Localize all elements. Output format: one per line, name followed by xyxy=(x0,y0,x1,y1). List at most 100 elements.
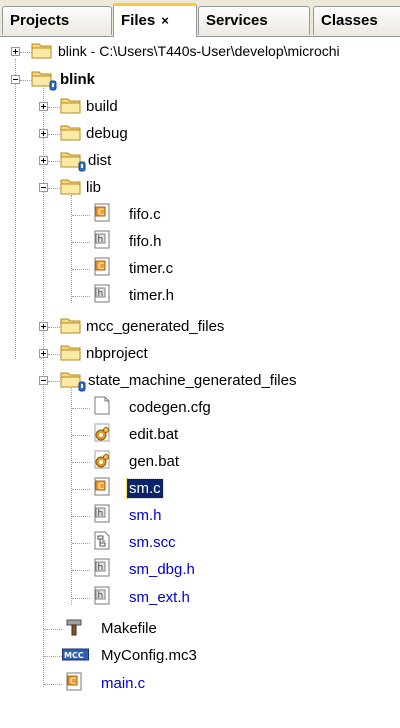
tree-item-label: debug xyxy=(86,125,128,142)
tree-item-label: sm_ext.h xyxy=(129,589,190,606)
expand-toggle[interactable] xyxy=(11,47,20,56)
tree-row-file[interactable]: MCC MyConfig.mc3 xyxy=(0,642,400,669)
tab-services-label: Services xyxy=(206,12,268,29)
header-file-icon: h xyxy=(92,558,112,581)
gear-script-icon xyxy=(92,423,112,446)
tree-item-label: nbproject xyxy=(86,345,148,362)
tree-row-folder[interactable]: nbproject xyxy=(0,340,400,367)
expand-toggle[interactable] xyxy=(39,322,48,331)
tab-projects-label: Projects xyxy=(10,12,70,29)
tab-projects[interactable]: Projects xyxy=(2,6,112,35)
folder-icon xyxy=(60,122,82,145)
tree-row-file[interactable]: h sm.h xyxy=(0,502,400,529)
tree-row-file[interactable]: sm.scc xyxy=(0,529,400,556)
tree-item-label: sm.h xyxy=(129,507,162,524)
tree-item-label: state_machine_generated_files xyxy=(88,372,297,389)
tree-item-label: blink xyxy=(60,71,96,88)
tree-row-file[interactable]: gen.bat xyxy=(0,448,400,475)
c-source-icon: C xyxy=(92,477,112,500)
folder-icon xyxy=(31,40,53,63)
tab-bar: Projects Files × Services Classes xyxy=(0,0,400,37)
tree-row-folder[interactable]: lib xyxy=(0,174,400,201)
folder-icon xyxy=(60,369,88,396)
svg-text:h: h xyxy=(98,509,104,519)
tree-item-label: sm.scc xyxy=(129,534,176,551)
expand-toggle[interactable] xyxy=(39,102,48,111)
tree-row-file[interactable]: Makefile xyxy=(0,615,400,642)
folder-icon xyxy=(60,95,82,118)
state-chart-icon xyxy=(92,531,112,554)
close-tab-icon[interactable]: × xyxy=(161,13,169,28)
svg-text:h: h xyxy=(98,289,104,299)
tree-row-folder[interactable]: dist xyxy=(0,147,400,174)
header-file-icon: h xyxy=(92,586,112,609)
c-source-icon: C xyxy=(92,257,112,280)
collapse-toggle[interactable] xyxy=(11,75,20,84)
tab-classes-label: Classes xyxy=(321,12,378,29)
c-source-icon: C xyxy=(64,672,84,695)
text-file-icon xyxy=(92,396,112,419)
tree-row-other-project[interactable]: blink - C:\Users\T440s-User\develop\micr… xyxy=(0,38,400,65)
tab-files[interactable]: Files × xyxy=(113,3,197,37)
tree-item-label: timer.h xyxy=(129,287,175,304)
header-file-icon: h xyxy=(92,230,112,253)
tree-row-file[interactable]: h fifo.h xyxy=(0,228,400,255)
tree-item-label: codegen.cfg xyxy=(129,399,211,416)
svg-text:h: h xyxy=(98,235,104,245)
tree-item-label: MyConfig.mc3 xyxy=(101,647,197,664)
tree-row-file[interactable]: C main.c xyxy=(0,670,400,697)
header-file-icon: h xyxy=(92,504,112,527)
tree-row-file[interactable]: h sm_ext.h xyxy=(0,584,400,611)
tab-files-label: Files xyxy=(121,12,156,29)
tree-item-label: sm_dbg.h xyxy=(129,561,195,578)
expand-toggle[interactable] xyxy=(39,129,48,138)
tree-item-label: sm.c xyxy=(126,478,164,499)
tab-services[interactable]: Services xyxy=(198,6,310,35)
tree-item-label: lib xyxy=(86,179,102,196)
expand-toggle[interactable] xyxy=(39,156,48,165)
tree-item-label: build xyxy=(86,98,118,115)
expand-toggle[interactable] xyxy=(39,349,48,358)
tree-row-project[interactable]: blink xyxy=(0,66,400,93)
collapse-toggle[interactable] xyxy=(39,183,48,192)
folder-icon xyxy=(31,68,59,95)
tree-row-folder[interactable]: build xyxy=(0,93,400,120)
folder-icon xyxy=(60,315,82,338)
collapse-toggle[interactable] xyxy=(39,376,48,385)
tree-item-label: dist xyxy=(88,152,112,169)
tree-row-file[interactable]: h sm_dbg.h xyxy=(0,556,400,583)
header-file-icon: h xyxy=(92,284,112,307)
svg-text:h: h xyxy=(98,563,104,573)
tree-row-file[interactable]: h timer.h xyxy=(0,282,400,309)
makefile-icon xyxy=(64,617,86,640)
tree-item-label: timer.c xyxy=(129,260,174,277)
svg-text:C: C xyxy=(70,677,76,687)
folder-icon xyxy=(60,149,88,176)
tree-item-label: mcc_generated_files xyxy=(86,318,225,335)
folder-icon xyxy=(60,176,82,199)
tree-row-folder[interactable]: state_machine_generated_files xyxy=(0,367,400,394)
tree-row-file[interactable]: codegen.cfg xyxy=(0,394,400,421)
svg-text:C: C xyxy=(98,482,104,492)
tree-item-label: main.c xyxy=(101,675,146,692)
folder-icon xyxy=(60,342,82,365)
tree-item-label: fifo.c xyxy=(129,206,161,223)
c-source-icon: C xyxy=(92,203,112,226)
tree-row-folder[interactable]: debug xyxy=(0,120,400,147)
tree-row-file-selected[interactable]: C sm.c xyxy=(0,475,400,502)
tree-row-file[interactable]: C fifo.c xyxy=(0,201,400,228)
file-tree: blink - C:\Users\T440s-User\develop\micr… xyxy=(0,36,400,728)
tree-item-label: gen.bat xyxy=(129,453,180,470)
tree-item-label: Makefile xyxy=(101,620,157,637)
tab-classes[interactable]: Classes xyxy=(313,6,400,35)
svg-text:MCC: MCC xyxy=(64,651,84,660)
tree-row-file[interactable]: C timer.c xyxy=(0,255,400,282)
tree-item-label: blink - C:\Users\T440s-User\develop\micr… xyxy=(58,43,340,59)
svg-text:h: h xyxy=(98,591,104,601)
gear-script-icon xyxy=(92,450,112,473)
mcc-config-icon: MCC xyxy=(62,648,90,665)
tree-item-label: fifo.h xyxy=(129,233,162,250)
tree-row-file[interactable]: edit.bat xyxy=(0,421,400,448)
svg-text:C: C xyxy=(98,262,104,272)
tree-row-folder[interactable]: mcc_generated_files xyxy=(0,313,400,340)
